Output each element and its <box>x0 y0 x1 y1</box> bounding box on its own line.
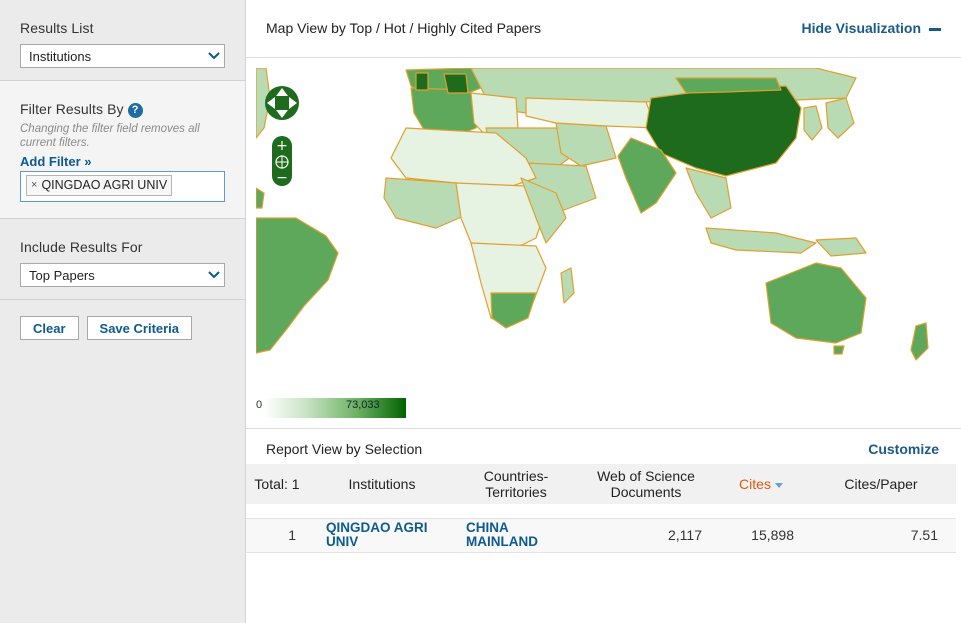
table-row: 1 QINGDAO AGRI UNIV CHINA MAINLAND 2,117… <box>246 518 956 552</box>
legend-gradient <box>264 398 406 418</box>
help-icon[interactable]: ? <box>127 102 143 118</box>
chevron-down-icon <box>204 264 224 286</box>
report-header: Report View by Selection Customize <box>246 428 961 464</box>
add-filter-link[interactable]: Add Filter » <box>20 154 225 169</box>
mongolia <box>675 77 782 94</box>
legend-min: 0 <box>256 399 263 411</box>
include-value: Top Papers <box>29 268 95 283</box>
countries-header[interactable]: Countries-Territories <box>456 464 576 504</box>
map-title: Map View by Top / Hot / Highly Cited Pap… <box>266 20 541 36</box>
svg-text:−: − <box>276 170 288 186</box>
chevron-down-icon <box>204 45 224 67</box>
results-list-title: Results List <box>20 20 94 36</box>
filter-note: Changing the filter field removes all cu… <box>20 122 200 149</box>
main-panel: Map View by Top / Hot / Highly Cited Pap… <box>246 0 961 623</box>
hide-visualization-link[interactable]: Hide Visualization <box>801 20 941 36</box>
uk <box>415 72 429 91</box>
institutions-header[interactable]: Institutions <box>308 464 456 504</box>
spacer-row <box>246 504 956 518</box>
cites-per-paper-header[interactable]: Cites/Paper <box>806 464 956 504</box>
map-legend: 0 73,033 <box>256 398 406 418</box>
pan-control[interactable] <box>265 86 299 120</box>
results-table: Total: 1 Institutions Countries-Territor… <box>246 464 956 553</box>
filter-input[interactable]: × QINGDAO AGRI UNIV <box>20 170 225 202</box>
row-rank: 1 <box>288 527 296 543</box>
row-cites-per-paper: 7.51 <box>910 527 938 543</box>
filter-title: Filter Results By? <box>20 101 225 118</box>
row-wos: 2,117 <box>668 527 702 543</box>
clear-button[interactable]: Clear <box>20 316 79 340</box>
report-title: Report View by Selection <box>266 441 423 457</box>
total-header: Total: 1 <box>254 476 300 492</box>
tasmania <box>833 345 845 355</box>
svg-text:+: + <box>276 138 288 154</box>
results-list-select[interactable]: Institutions <box>20 44 225 68</box>
filter-chip-label: QINGDAO AGRI UNIV <box>41 178 168 193</box>
button-row: Clear Save Criteria <box>0 300 245 356</box>
germany <box>443 73 469 94</box>
zoom-control[interactable]: + − <box>272 136 292 186</box>
legend-max: 73,033 <box>346 399 380 411</box>
row-country-link[interactable]: CHINA MAINLAND <box>456 518 576 552</box>
customize-link[interactable]: Customize <box>868 441 939 457</box>
cites-header-label: Cites <box>739 476 771 492</box>
filter-chip: × QINGDAO AGRI UNIV <box>26 174 173 196</box>
row-institution-link[interactable]: QINGDAO AGRI UNIV <box>308 518 456 552</box>
include-select[interactable]: Top Papers <box>20 263 225 287</box>
remove-chip-icon[interactable]: × <box>31 179 37 191</box>
results-list-value: Institutions <box>29 49 92 64</box>
app: Results List Institutions Filter Results… <box>0 0 961 623</box>
hide-visualization-label: Hide Visualization <box>801 20 921 36</box>
include-title: Include Results For <box>20 239 143 255</box>
include-section: Include Results For Top Papers <box>0 219 245 300</box>
filter-section: Filter Results By? Changing the filter f… <box>0 81 245 219</box>
table-header-row: Total: 1 Institutions Countries-Territor… <box>246 464 956 504</box>
map-header: Map View by Top / Hot / Highly Cited Pap… <box>246 0 961 58</box>
minus-icon <box>929 27 941 31</box>
filter-title-text: Filter Results By <box>20 101 124 117</box>
sort-desc-icon <box>774 482 783 488</box>
cites-header[interactable]: Cites <box>716 464 806 504</box>
row-cites: 15,898 <box>751 527 794 543</box>
save-criteria-button[interactable]: Save Criteria <box>86 316 193 340</box>
results-list-section: Results List Institutions <box>0 0 245 81</box>
world-map[interactable] <box>256 68 936 363</box>
sidebar: Results List Institutions Filter Results… <box>0 0 246 623</box>
map-navigation: + − <box>265 86 299 186</box>
wos-header[interactable]: Web of Science Documents <box>576 464 716 504</box>
